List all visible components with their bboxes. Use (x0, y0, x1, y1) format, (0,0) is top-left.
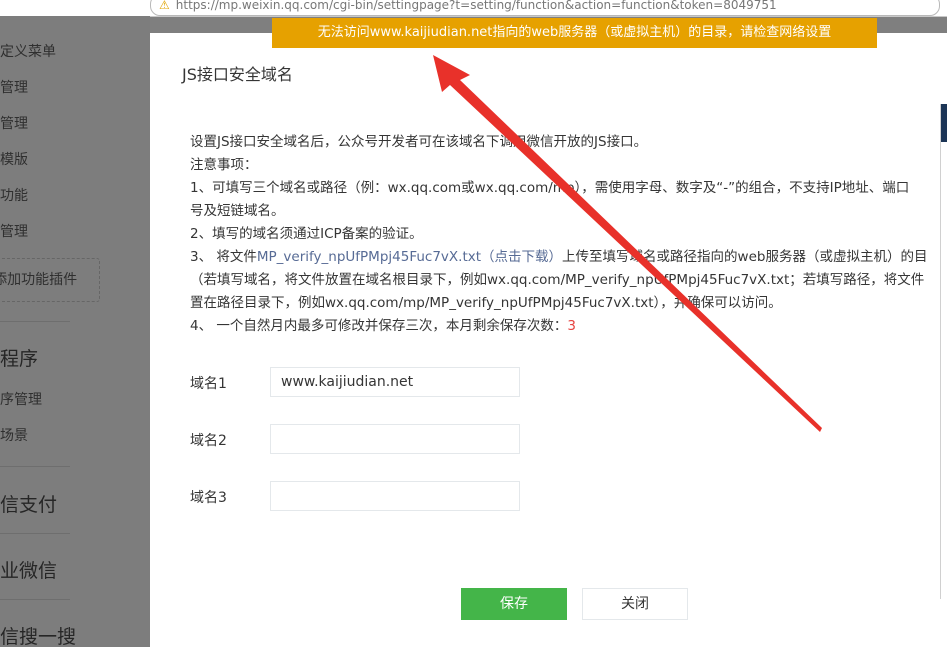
dialog-title: JS接口安全域名 (182, 65, 293, 84)
note-3-suffix: 上传至填写域名或路径指向的web服务器（或虚拟主机）的目 (562, 249, 928, 265)
sidebar-divider (0, 466, 70, 467)
sidebar-item-cut (0, 16, 10, 24)
domain-2-label: 域名2 (190, 433, 227, 449)
sidebar-item-scenes[interactable]: 展示场景 (0, 425, 28, 445)
sidebar-item-comments[interactable]: 留言管理 (0, 77, 28, 97)
add-plugin-button[interactable]: + 添加功能插件 (0, 258, 100, 302)
note-1-line-2: 号及短链域名。 (190, 203, 285, 219)
intro-text: 设置JS接口安全域名后，公众号开发者可在该域名下调用微信开放的JS接口。 (190, 134, 648, 150)
domain-3-input[interactable] (270, 481, 520, 511)
note-4: 4、 一个自然月内最多可修改并保存三次，本月剩余保存次数：3 (190, 315, 947, 338)
dialog-description: 设置JS接口安全域名后，公众号开发者可在该域名下调用微信开放的JS接口。 注意事… (190, 131, 947, 338)
verify-file-link[interactable]: MP_verify_npUfPMpj45Fuc7vX.txt (257, 249, 481, 265)
address-bar[interactable]: ⚠ https://mp.weixin.qq.com/cgi-bin/settin… (150, 0, 940, 16)
remaining-count: 3 (567, 318, 576, 334)
domain-1-input[interactable] (270, 367, 520, 397)
sidebar: 自定义菜单 留言管理 投票管理 页面模版 原创功能 赞赏管理 + 添加功能插件 … (0, 16, 150, 647)
sidebar-section-search[interactable]: 微信搜一搜 (0, 622, 76, 647)
download-link[interactable]: （点击下载） (481, 249, 562, 265)
close-button[interactable]: 关闭 (582, 588, 688, 620)
js-domain-dialog: JS接口安全域名 设置JS接口安全域名后，公众号开发者可在该域名下调用微信开放的… (150, 33, 947, 647)
note-3-line-1: 3、 将文件MP_verify_npUfPMpj45Fuc7vX.txt（点击下… (190, 246, 947, 269)
sidebar-item-reward[interactable]: 赞赏管理 (0, 221, 28, 241)
sidebar-item-menu[interactable]: 自定义菜单 (0, 41, 56, 61)
notes-title: 注意事项： (190, 157, 258, 173)
note-3-prefix: 3、 将文件 (190, 249, 257, 265)
sidebar-item-miniprogram-manage[interactable]: 小程序管理 (0, 389, 42, 409)
note-3-line-3: 置在路径目录下，例如wx.qq.com/mp/MP_verify_npUfPMp… (190, 295, 782, 311)
note-4-prefix: 4、 一个自然月内最多可修改并保存三次，本月剩余保存次数： (190, 318, 568, 334)
url-text: https://mp.weixin.qq.com/cgi-bin/setting… (175, 0, 777, 12)
sidebar-item-templates[interactable]: 页面模版 (0, 149, 28, 169)
domain-2-input[interactable] (270, 424, 520, 454)
note-2: 2、填写的域名须通过ICP备案的验证。 (190, 226, 423, 242)
add-plugin-label: + 添加功能插件 (0, 272, 78, 288)
error-banner: 无法访问www.kaijiudian.net指向的web服务器（或虚拟主机）的目… (272, 18, 877, 48)
side-panel-edge (940, 104, 947, 599)
sidebar-section-work[interactable]: 企业微信 (0, 556, 57, 583)
sidebar-section-miniprogram[interactable]: 小程序 (0, 344, 38, 371)
sidebar-item-original[interactable]: 原创功能 (0, 185, 28, 205)
sidebar-divider (0, 321, 70, 322)
sidebar-section-pay[interactable]: 微信支付 (0, 490, 57, 517)
domain-3-label: 域名3 (190, 490, 227, 506)
note-3-line-2: （若填写域名，将文件放置在域名根目录下，例如wx.qq.com/MP_verif… (190, 272, 925, 288)
sidebar-divider (0, 533, 70, 534)
save-button[interactable]: 保存 (461, 588, 567, 620)
browser-toolbar: ⚠ https://mp.weixin.qq.com/cgi-bin/settin… (0, 0, 947, 17)
sidebar-divider (0, 599, 70, 600)
note-1-line-1: 1、可填写三个域名或路径（例：wx.qq.com或wx.qq.com/mp），需… (190, 180, 910, 196)
sidebar-item-votes[interactable]: 投票管理 (0, 113, 28, 133)
side-panel-header (941, 104, 947, 142)
domain-1-label: 域名1 (190, 376, 227, 392)
lock-icon: ⚠ (159, 0, 170, 12)
